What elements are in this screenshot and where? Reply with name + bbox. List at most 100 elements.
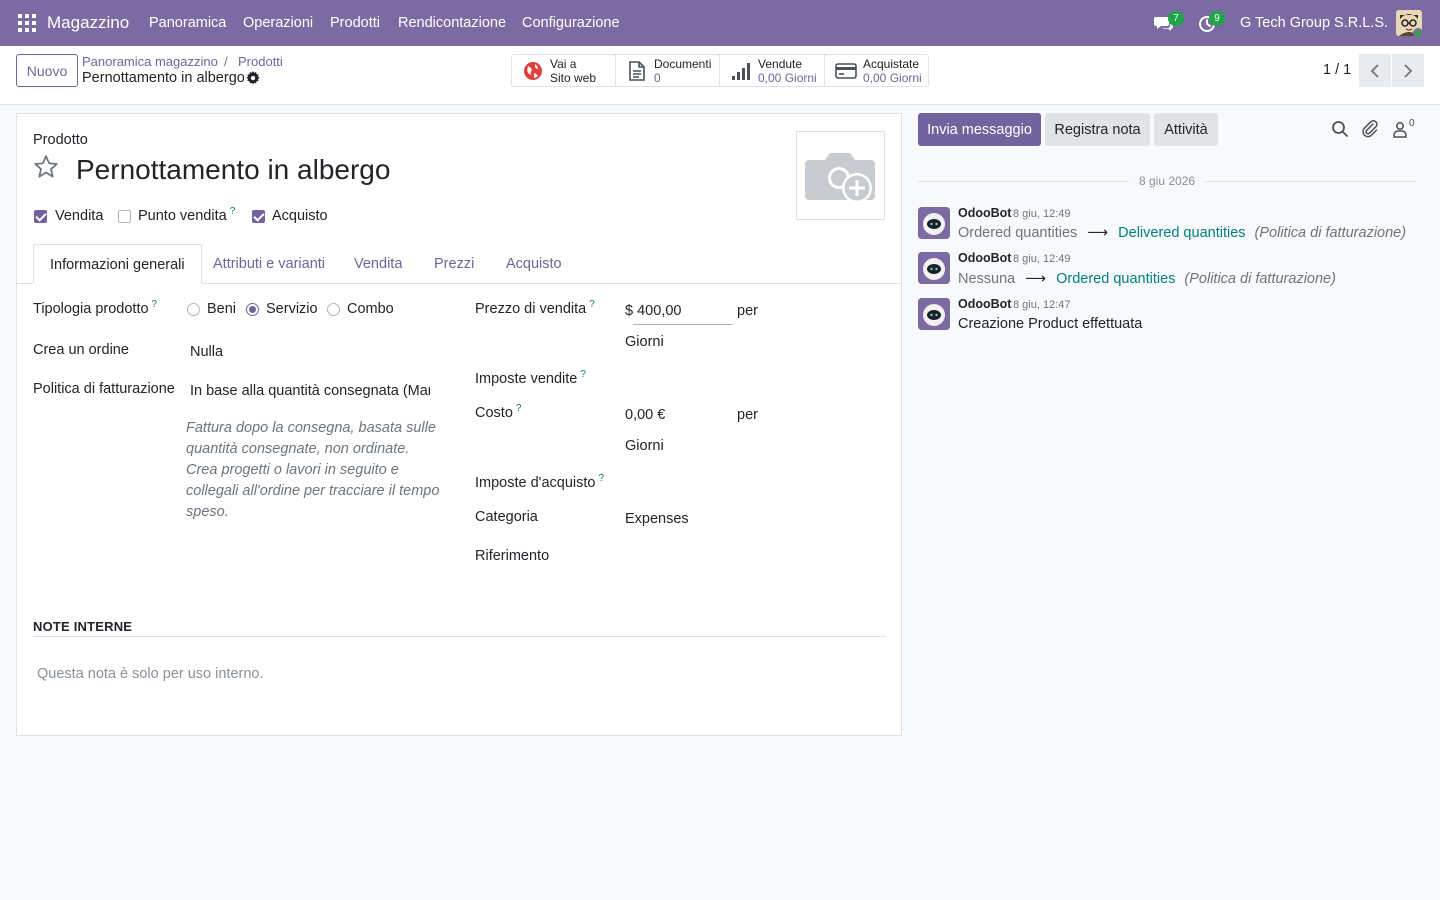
arrow-right-icon: ⟶ — [1025, 271, 1047, 287]
purchased-value: 0,00 Giorni — [863, 70, 922, 85]
message-author[interactable]: OdooBot — [958, 206, 1011, 220]
create-order-label: Crea un ordine — [33, 342, 129, 358]
category-field[interactable]: Expenses — [625, 511, 689, 527]
gear-icon[interactable] — [246, 71, 260, 85]
activities-button[interactable]: Attività — [1154, 113, 1218, 146]
pos-label-text: Punto vendita — [138, 208, 227, 224]
cost-help-icon[interactable]: ? — [516, 403, 522, 414]
pager-next-button[interactable] — [1392, 54, 1424, 87]
menu-prodotti[interactable]: Prodotti — [330, 15, 380, 31]
menu-rendicontazione[interactable]: Rendicontazione — [398, 15, 506, 31]
tab-attributes-variants[interactable]: Attributi e varianti — [213, 256, 325, 272]
sale-taxes-help-icon[interactable]: ? — [580, 369, 586, 380]
type-service-radio[interactable] — [246, 303, 259, 316]
followers-icon[interactable] — [1392, 120, 1410, 138]
message-author[interactable]: OdooBot — [958, 297, 1011, 311]
breadcrumb-warehouse-overview[interactable]: Panoramica magazzino — [82, 54, 218, 69]
pos-checkbox-label[interactable]: Punto vendita? — [138, 206, 236, 224]
reference-field[interactable] — [625, 548, 865, 568]
product-type-help-icon[interactable]: ? — [152, 299, 158, 310]
cost-field[interactable]: 0,00 € — [625, 407, 665, 423]
chevron-left-icon — [1370, 63, 1379, 78]
sale-price-field[interactable]: $ 400,00 — [625, 303, 681, 319]
odoobot-avatar[interactable] — [918, 252, 950, 284]
product-image-upload[interactable] — [796, 131, 885, 220]
cost-per: per — [737, 407, 758, 423]
purchase-taxes-label: Imposte d'acquisto? — [475, 473, 604, 491]
purchase-taxes-help-icon[interactable]: ? — [598, 473, 604, 484]
odoobot-avatar[interactable] — [918, 207, 950, 239]
sale-price-per: per — [737, 303, 758, 319]
tracking-new-value: Ordered quantities — [1056, 271, 1176, 287]
menu-operazioni[interactable]: Operazioni — [243, 15, 313, 31]
menu-panoramica[interactable]: Panoramica — [149, 15, 226, 31]
type-combo-radio[interactable] — [327, 303, 340, 316]
internal-notes-title: NOTE INTERNE — [33, 619, 133, 634]
tracking-field-name: (Politica di fatturazione) — [1184, 271, 1336, 287]
sold-line1: Vendute — [758, 56, 803, 71]
search-icon[interactable] — [1331, 120, 1349, 138]
type-goods-label[interactable]: Beni — [207, 301, 236, 317]
send-message-button[interactable]: Invia messaggio — [918, 113, 1041, 146]
date-separator: 8 giu 2026 — [918, 174, 1416, 188]
pager-value[interactable]: 1 / 1 — [1323, 62, 1351, 78]
signal-bars-icon — [732, 62, 750, 80]
log-note-button[interactable]: Registra nota — [1045, 113, 1150, 146]
sale-taxes-label: Imposte vendite? — [475, 369, 586, 387]
date-separator-label: 8 giu 2026 — [1139, 174, 1196, 188]
menu-configurazione[interactable]: Configurazione — [522, 15, 620, 31]
internal-notes-divider — [33, 636, 886, 637]
pos-checkbox[interactable] — [118, 210, 131, 223]
purchase-checkbox-label[interactable]: Acquisto — [272, 208, 328, 224]
category-label: Categoria — [475, 509, 538, 525]
tab-general-info[interactable]: Informazioni generali — [33, 244, 202, 284]
globe-icon — [524, 61, 542, 80]
new-button[interactable]: Nuovo — [16, 54, 78, 87]
tab-prices[interactable]: Prezzi — [434, 256, 474, 272]
message-body: Nessuna ⟶ Ordered quantities (Politica d… — [958, 271, 1336, 287]
odoobot-avatar[interactable] — [918, 298, 950, 330]
invoice-policy-field[interactable]: In base alla quantità consegnata (Manual… — [190, 383, 430, 399]
odoobot-icon — [918, 298, 950, 330]
invoice-policy-help-text: Fattura dopo la consegna, basata sulle q… — [186, 420, 440, 520]
website-smart-button[interactable]: Vai a Sito web — [511, 54, 616, 87]
notebook-tabs: Informazioni generali Attributi e varian… — [17, 244, 901, 284]
app-brand[interactable]: Magazzino — [47, 13, 129, 33]
tab-sales[interactable]: Vendita — [354, 256, 402, 272]
message-author[interactable]: OdooBot — [958, 251, 1011, 265]
credit-card-icon — [835, 62, 857, 79]
create-order-field[interactable]: Nulla — [190, 344, 223, 360]
cost-uom[interactable]: Giorni — [625, 438, 664, 454]
type-combo-label[interactable]: Combo — [347, 301, 394, 317]
sale-price-help-icon[interactable]: ? — [589, 299, 595, 310]
sale-checkbox-label[interactable]: Vendita — [55, 208, 103, 224]
odoobot-icon — [918, 252, 950, 284]
apps-menu-icon[interactable] — [18, 14, 36, 32]
pager-previous-button[interactable] — [1359, 54, 1391, 87]
message-time: 8 giu, 12:49 — [1013, 253, 1071, 265]
type-goods-radio[interactable] — [187, 303, 200, 316]
tab-purchase[interactable]: Acquisto — [506, 256, 562, 272]
breadcrumb-current-record: Pernottamento in albergo — [82, 70, 245, 86]
internal-notes-field[interactable]: Questa nota è solo per uso interno. — [37, 666, 264, 682]
sale-checkbox[interactable] — [34, 210, 47, 223]
camera-add-icon — [805, 153, 875, 203]
purchased-line1: Acquistate — [863, 56, 920, 71]
sale-price-underline — [633, 324, 733, 325]
type-service-label[interactable]: Servizio — [266, 301, 318, 317]
breadcrumb-products[interactable]: Prodotti — [238, 54, 283, 69]
form-sheet: Prodotto Pernottamento in albergo Vendit… — [16, 113, 902, 736]
pos-help-icon[interactable]: ? — [230, 206, 236, 217]
purchased-smart-button[interactable]: Acquistate 0,00 Giorni — [824, 54, 929, 87]
favorite-star-icon[interactable] — [33, 154, 59, 180]
product-label: Prodotto — [33, 132, 88, 148]
documents-smart-button[interactable]: Documenti 0 — [615, 54, 720, 87]
purchase-checkbox[interactable] — [252, 210, 265, 223]
company-switcher[interactable]: G Tech Group S.R.L.S. — [1240, 15, 1388, 31]
paperclip-icon[interactable] — [1361, 120, 1379, 138]
document-icon — [629, 60, 645, 81]
sale-price-uom[interactable]: Giorni — [625, 334, 664, 350]
product-name-field[interactable]: Pernottamento in albergo — [76, 154, 390, 186]
sold-smart-button[interactable]: Vendute 0,00 Giorni — [719, 54, 825, 87]
cost-label-text: Costo — [475, 405, 513, 421]
